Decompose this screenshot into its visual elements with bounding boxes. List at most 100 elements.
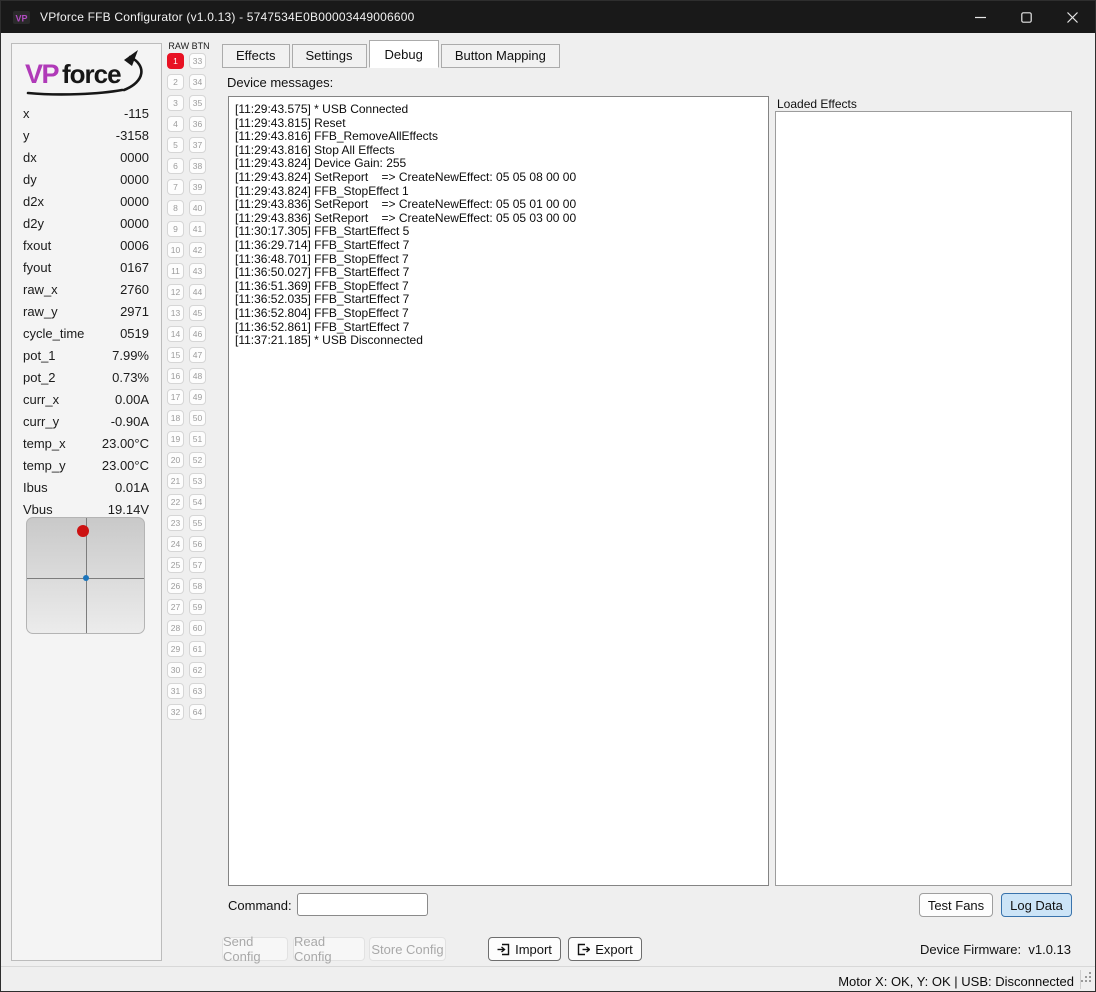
raw-button-54[interactable]: 54 [189, 494, 206, 510]
telemetry-row-cycle_time: cycle_time 0519 [12, 322, 161, 344]
raw-button-14[interactable]: 14 [167, 326, 184, 342]
raw-button-22[interactable]: 22 [167, 494, 184, 510]
minimize-button[interactable] [957, 1, 1003, 33]
log-data-button[interactable]: Log Data [1001, 893, 1072, 917]
raw-button-10[interactable]: 10 [167, 242, 184, 258]
telemetry-row-fxout: fxout 0006 [12, 234, 161, 256]
raw-button-27[interactable]: 27 [167, 599, 184, 615]
raw-button-32[interactable]: 32 [167, 704, 184, 720]
raw-button-50[interactable]: 50 [189, 410, 206, 426]
raw-button-58[interactable]: 58 [189, 578, 206, 594]
telemetry-row-y: y -3158 [12, 124, 161, 146]
tab-settings[interactable]: Settings [291, 44, 367, 68]
raw-button-62[interactable]: 62 [189, 662, 206, 678]
read-config-button[interactable]: Read Config [293, 934, 365, 964]
raw-button-8[interactable]: 8 [167, 200, 184, 216]
raw-button-57[interactable]: 57 [189, 557, 206, 573]
raw-button-42[interactable]: 42 [189, 242, 206, 258]
telemetry-value: 0006 [120, 237, 149, 253]
tab-debug[interactable]: Debug [368, 40, 439, 68]
raw-button-6[interactable]: 6 [167, 158, 184, 174]
telemetry-value: 2760 [120, 281, 149, 297]
raw-button-11[interactable]: 11 [167, 263, 184, 279]
raw-button-35[interactable]: 35 [189, 95, 206, 111]
raw-button-12[interactable]: 12 [167, 284, 184, 300]
raw-button-45[interactable]: 45 [189, 305, 206, 321]
raw-button-13[interactable]: 13 [167, 305, 184, 321]
telemetry-row-raw_x: raw_x 2760 [12, 278, 161, 300]
raw-button-55[interactable]: 55 [189, 515, 206, 531]
raw-button-34[interactable]: 34 [189, 74, 206, 90]
raw-button-7[interactable]: 7 [167, 179, 184, 195]
raw-button-49[interactable]: 49 [189, 389, 206, 405]
import-button[interactable]: Import [488, 937, 561, 961]
raw-button-3[interactable]: 3 [167, 95, 184, 111]
maximize-button[interactable] [1003, 1, 1049, 33]
raw-button-15[interactable]: 15 [167, 347, 184, 363]
raw-button-38[interactable]: 38 [189, 158, 206, 174]
raw-button-18[interactable]: 18 [167, 410, 184, 426]
window-title: VPforce FFB Configurator (v1.0.13) - 574… [40, 10, 415, 24]
send-config-button[interactable]: Send Config [222, 934, 288, 964]
raw-button-44[interactable]: 44 [189, 284, 206, 300]
log-line: [11:30:17.305] FFB_StartEffect 5 [235, 224, 410, 239]
resize-grip-icon[interactable] [1081, 970, 1092, 988]
telemetry-row-dy: dy 0000 [12, 168, 161, 190]
raw-button-39[interactable]: 39 [189, 179, 206, 195]
raw-button-24[interactable]: 24 [167, 536, 184, 552]
raw-button-46[interactable]: 46 [189, 326, 206, 342]
raw-button-2[interactable]: 2 [167, 74, 184, 90]
status-text: Motor X: OK, Y: OK | USB: Disconnected [838, 974, 1074, 989]
raw-button-5[interactable]: 5 [167, 137, 184, 153]
stick-position-widget [26, 517, 145, 634]
close-button[interactable] [1049, 1, 1095, 33]
raw-button-37[interactable]: 37 [189, 137, 206, 153]
raw-button-51[interactable]: 51 [189, 431, 206, 447]
store-config-button[interactable]: Store Config [369, 937, 446, 961]
raw-button-26[interactable]: 26 [167, 578, 184, 594]
raw-button-30[interactable]: 30 [167, 662, 184, 678]
telemetry-label: curr_y [23, 413, 60, 429]
raw-button-41[interactable]: 41 [189, 221, 206, 237]
raw-button-33[interactable]: 33 [189, 53, 206, 69]
raw-button-31[interactable]: 31 [167, 683, 184, 699]
raw-button-53[interactable]: 53 [189, 473, 206, 489]
tab-effects[interactable]: Effects [222, 44, 290, 68]
log-line: [11:36:29.714] FFB_StartEffect 7 [235, 237, 410, 252]
raw-button-29[interactable]: 29 [167, 641, 184, 657]
raw-button-4[interactable]: 4 [167, 116, 184, 132]
loaded-effects-list[interactable] [775, 111, 1072, 886]
raw-button-20[interactable]: 20 [167, 452, 184, 468]
raw-button-64[interactable]: 64 [189, 704, 206, 720]
raw-button-9[interactable]: 9 [167, 221, 184, 237]
raw-button-63[interactable]: 63 [189, 683, 206, 699]
tab-button-mapping[interactable]: Button Mapping [440, 44, 560, 68]
raw-button-17[interactable]: 17 [167, 389, 184, 405]
telemetry-value: 23.00°C [101, 457, 149, 473]
test-fans-button[interactable]: Test Fans [919, 893, 993, 917]
command-input[interactable] [297, 893, 428, 916]
raw-button-21[interactable]: 21 [167, 473, 184, 489]
raw-button-52[interactable]: 52 [189, 452, 206, 468]
raw-button-25[interactable]: 25 [167, 557, 184, 573]
raw-button-19[interactable]: 19 [167, 431, 184, 447]
raw-button-43[interactable]: 43 [189, 263, 206, 279]
export-icon [577, 943, 591, 956]
raw-button-47[interactable]: 47 [189, 347, 206, 363]
raw-button-60[interactable]: 60 [189, 620, 206, 636]
telemetry-label: Vbus [23, 501, 53, 517]
export-button[interactable]: Export [568, 937, 642, 961]
raw-button-1[interactable]: 1 [167, 53, 184, 69]
raw-button-23[interactable]: 23 [167, 515, 184, 531]
raw-button-61[interactable]: 61 [189, 641, 206, 657]
telemetry-row-temp_y: temp_y 23.00°C [12, 454, 161, 476]
device-messages-log[interactable]: [11:29:43.575] * USB Connected [11:29:43.… [228, 96, 769, 886]
raw-button-28[interactable]: 28 [167, 620, 184, 636]
raw-button-16[interactable]: 16 [167, 368, 184, 384]
raw-button-59[interactable]: 59 [189, 599, 206, 615]
raw-button-56[interactable]: 56 [189, 536, 206, 552]
raw-button-40[interactable]: 40 [189, 200, 206, 216]
raw-button-48[interactable]: 48 [189, 368, 206, 384]
raw-button-36[interactable]: 36 [189, 116, 206, 132]
telemetry-row-d2x: d2x 0000 [12, 190, 161, 212]
